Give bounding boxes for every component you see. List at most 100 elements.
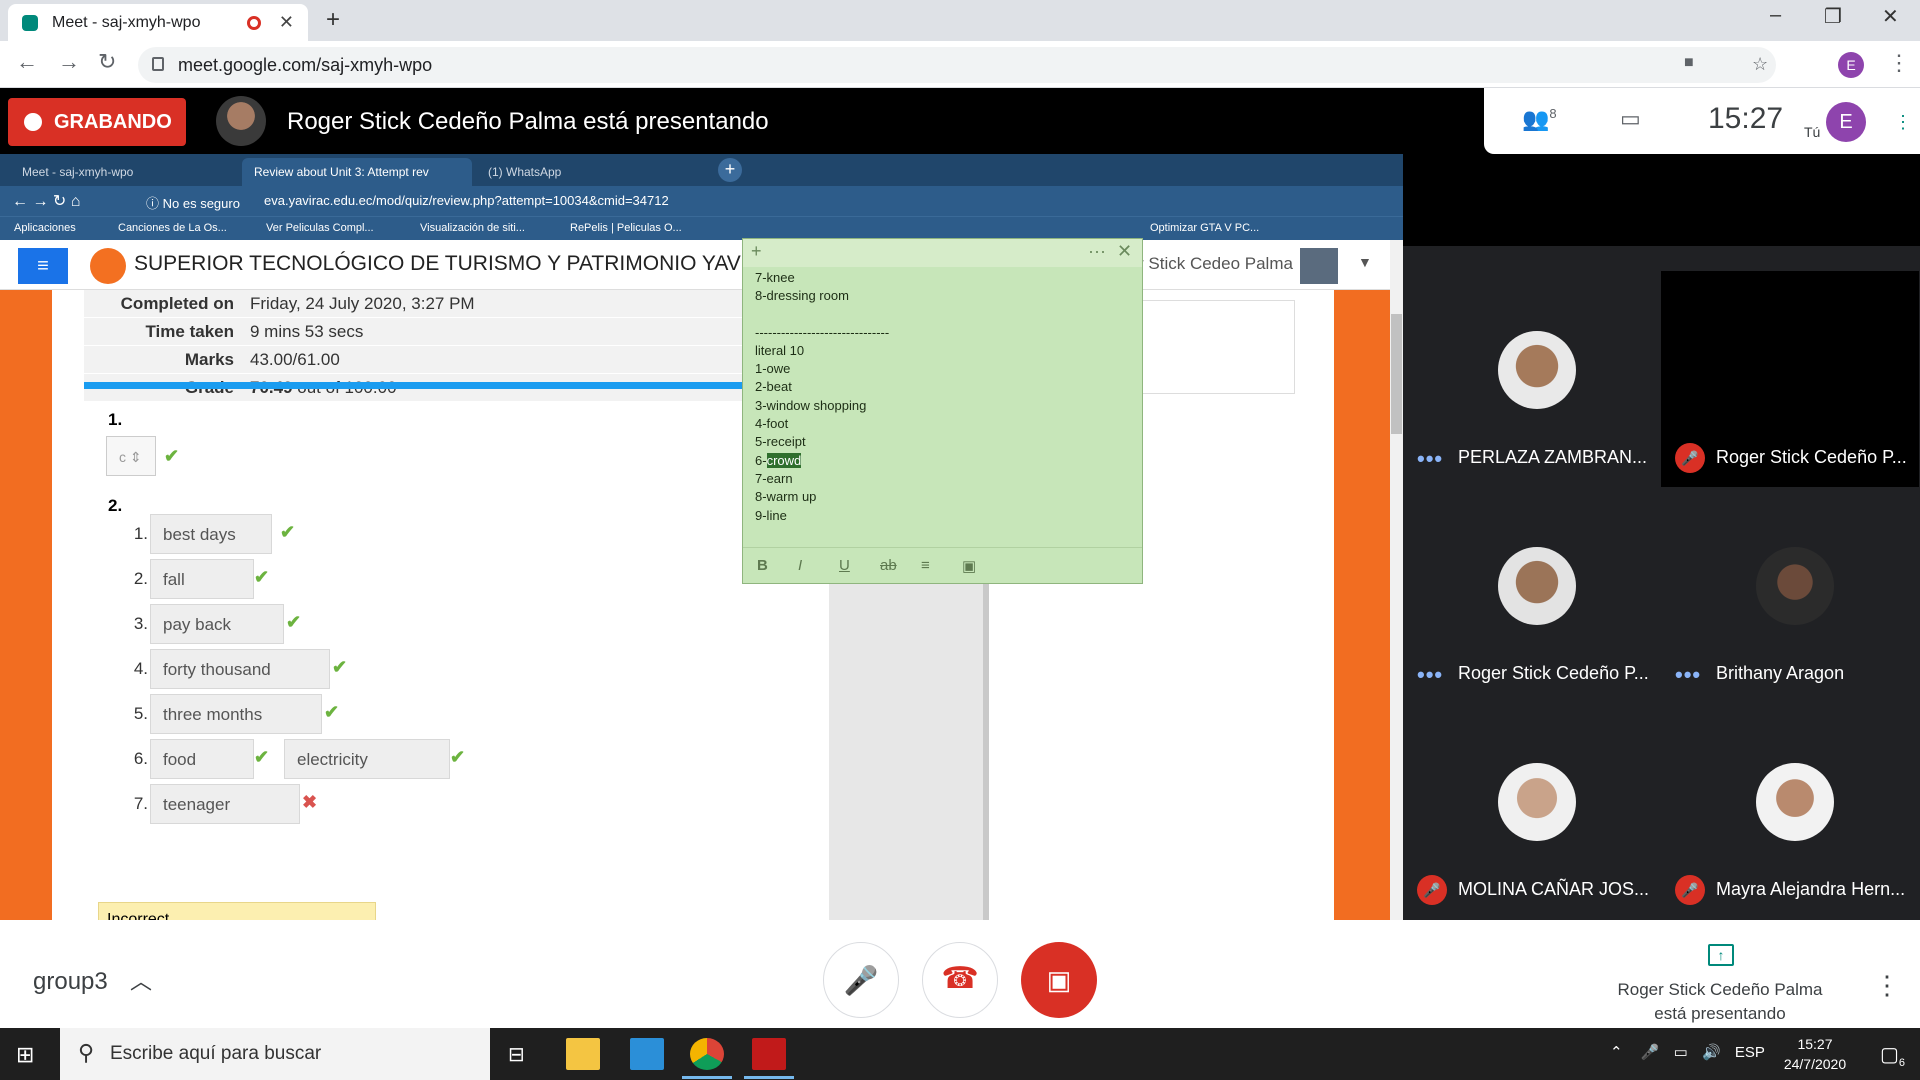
meet-favicon-icon	[22, 14, 38, 31]
shared-scrollbar-thumb	[1391, 314, 1402, 434]
add-note-icon: +	[751, 241, 762, 261]
participant-name: Roger Stick Cedeño P...	[1458, 663, 1649, 683]
answer-number: 5.	[133, 704, 148, 723]
vscode-icon[interactable]	[630, 1038, 664, 1070]
menu-dots-icon[interactable]: ⋮	[1888, 50, 1910, 76]
language-indicator[interactable]: ESP	[1735, 1044, 1765, 1061]
end-call-button[interactable]: ☎	[922, 942, 998, 1018]
tray-chevron-icon[interactable]: ⌃	[1610, 1044, 1623, 1061]
maximize-button[interactable]: ❐	[1824, 4, 1842, 29]
taskbar-clock[interactable]: 15:27 24/7/2020	[1770, 1034, 1860, 1074]
sticky-toolbar: B I U ab ≡ ▣	[743, 547, 1142, 583]
correct-check-icon: ✔	[254, 747, 270, 767]
shared-address-bar: ← → ↻ ⌂ ⓘ No es seguro eva.yavirac.edu.e…	[0, 186, 1403, 216]
note-line: 7-earn	[755, 470, 793, 486]
answer-number: 7.	[133, 794, 148, 813]
people-icon[interactable]: 👥8	[1522, 106, 1557, 132]
correct-check-icon: ✔	[450, 747, 466, 767]
summary-row: Completed on Friday, 24 July 2020, 3:27 P…	[84, 290, 744, 318]
sticky-note: + ··· ✕ 7-knee 8-dressing room ---------…	[742, 238, 1143, 584]
question-1-number: 1.	[108, 410, 123, 429]
forward-icon[interactable]: →	[58, 49, 80, 75]
participant-tile[interactable]: 🎤 MOLINA CAÑAR JOS...	[1403, 703, 1661, 919]
question-2-number: 2.	[108, 496, 123, 515]
acrobat-icon[interactable]	[752, 1038, 786, 1070]
meeting-name[interactable]: group3	[33, 968, 108, 996]
shared-tab-whatsapp: (1) WhatsApp	[488, 165, 562, 179]
taskbar-search[interactable]: ⚲ Escribe aquí para buscar	[60, 1028, 490, 1080]
incorrect-feedback: Incorrect	[98, 902, 376, 920]
url-field[interactable]: meet.google.com/saj-xmyh-wpo ☆ ■	[138, 47, 1776, 83]
close-window-button[interactable]: ✕	[1882, 4, 1899, 29]
more-icon: ···	[1088, 241, 1106, 261]
record-dot-icon	[24, 113, 42, 131]
present-screen-icon[interactable]: ↑	[1708, 944, 1734, 966]
note-line: 6-crowd	[755, 452, 802, 468]
notifications-icon[interactable]: ▢6	[1880, 1042, 1905, 1069]
moodle-user-avatar	[1300, 248, 1338, 284]
note-line: 4-foot	[755, 416, 789, 432]
notification-count: 6	[1898, 1057, 1906, 1069]
camera-off-button[interactable]: ▣	[1021, 942, 1097, 1018]
more-options-icon[interactable]: ⋮	[1874, 970, 1900, 1001]
image-icon: ▣	[962, 557, 977, 575]
tab-meet[interactable]: Meet - saj-xmyh-wpo ✕	[8, 4, 308, 41]
back-icon[interactable]: ←	[16, 49, 38, 75]
note-line: 8-dressing room	[755, 288, 849, 304]
url-text: meet.google.com/saj-xmyh-wpo	[178, 55, 433, 75]
reload-icon[interactable]: ↻	[98, 49, 116, 75]
answer-number: 4.	[133, 659, 148, 678]
windows-start-icon[interactable]: ⊞	[16, 1042, 34, 1068]
volume-icon[interactable]: 🔊	[1702, 1044, 1721, 1061]
chevron-up-icon[interactable]: ︿	[130, 964, 152, 996]
institution-name: SUPERIOR TECNOLÓGICO DE TURISMO Y PATRIM…	[134, 252, 791, 275]
clock-time: 15:27	[1797, 1036, 1833, 1052]
shared-url: eva.yavirac.edu.ec/mod/quiz/review.php?a…	[264, 193, 669, 208]
close-tab-icon[interactable]: ✕	[279, 12, 294, 33]
participant-tile[interactable]: 🎤 Mayra Alejandra Hern...	[1661, 703, 1919, 919]
participant-grid: ••• PERLAZA ZAMBRAN... 🎤 Roger Stick Ced…	[1403, 271, 1920, 920]
new-tab-button[interactable]: +	[326, 6, 340, 34]
shared-security: ⓘ No es seguro	[146, 196, 240, 211]
note-line: 1-owe	[755, 361, 791, 377]
participant-tile[interactable]: ••• Roger Stick Cedeño P...	[1403, 487, 1661, 703]
self-label: Tú	[1804, 124, 1821, 140]
browser-tab-bar: Meet - saj-xmyh-wpo ✕ + – ❐ ✕	[0, 0, 1920, 41]
italic-icon: I	[798, 557, 803, 574]
audio-level-icon: ⋮	[1894, 112, 1912, 132]
chat-icon[interactable]: ▭	[1620, 106, 1641, 132]
speaking-dots-icon: •••	[1675, 662, 1702, 687]
bold-icon: B	[757, 557, 768, 574]
chrome-icon[interactable]	[690, 1038, 724, 1070]
participant-tile[interactable]: ••• PERLAZA ZAMBRAN...	[1403, 271, 1661, 487]
network-icon[interactable]: ▭	[1674, 1044, 1688, 1061]
camera-icon[interactable]: ■	[1684, 54, 1694, 72]
note-line: 8-warm up	[755, 489, 817, 505]
page-border-left	[0, 290, 52, 920]
file-explorer-icon[interactable]	[566, 1038, 600, 1070]
star-icon[interactable]: ☆	[1752, 54, 1768, 75]
task-view-icon[interactable]: ⊟	[508, 1038, 542, 1070]
participant-avatar	[1498, 547, 1576, 625]
muted-mic-icon: 🎤	[1417, 875, 1447, 905]
tray-mic-icon[interactable]: 🎤	[1641, 1044, 1660, 1061]
correct-check-icon: ✔	[280, 522, 296, 542]
participant-tile[interactable]: ••• Brithany Aragon	[1661, 487, 1919, 703]
bookmark-item: RePelis | Peliculas O...	[570, 222, 682, 234]
participant-avatar	[1498, 763, 1576, 841]
answer-field: pay back	[150, 604, 284, 644]
summary-row: Marks 43.00/61.00	[84, 346, 744, 374]
correct-check-icon: ✔	[332, 657, 348, 677]
meeting-clock: 15:27	[1708, 102, 1784, 135]
answer-number: 1.	[133, 524, 148, 543]
microphone-button[interactable]: 🎤	[823, 942, 899, 1018]
presenting-title: Roger Stick Cedeño Palma está presentand…	[287, 108, 769, 135]
answer-field: food	[150, 739, 254, 779]
minimize-button[interactable]: –	[1770, 4, 1781, 27]
bookmark-item: Optimizar GTA V PC...	[1150, 222, 1260, 234]
note-line: 7-knee	[755, 270, 795, 285]
participant-tile[interactable]: 🎤 Roger Stick Cedeño P...	[1661, 271, 1919, 487]
profile-avatar[interactable]: E	[1838, 52, 1864, 78]
participant-name: Mayra Alejandra Hern...	[1716, 879, 1906, 899]
note-line: literal 10	[755, 342, 805, 358]
